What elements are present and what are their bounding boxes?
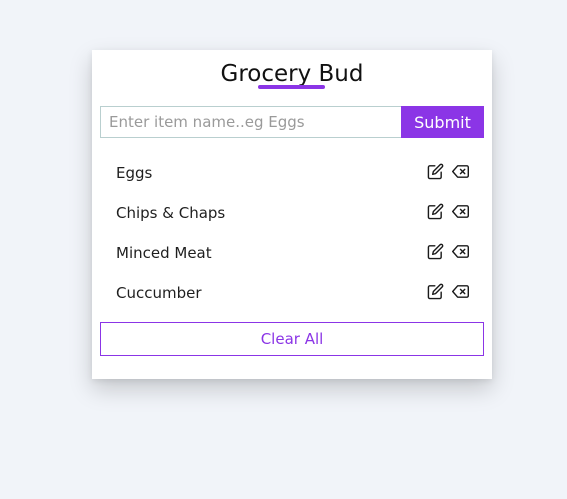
item-name: Chips & Chaps (116, 204, 226, 222)
submit-button[interactable]: Submit (401, 106, 484, 138)
edit-icon[interactable] (427, 163, 444, 180)
grocery-list: Eggs Chips & Chaps Minced Meat Cuccumber (92, 153, 492, 313)
item-name: Cuccumber (116, 284, 202, 302)
clear-all-button[interactable]: Clear All (100, 322, 484, 356)
item-name: Minced Meat (116, 244, 212, 262)
list-item: Minced Meat (92, 233, 492, 273)
item-actions (427, 163, 469, 180)
title-underline (258, 85, 325, 89)
item-actions (427, 283, 469, 300)
delete-icon[interactable] (452, 163, 469, 180)
delete-icon[interactable] (452, 203, 469, 220)
list-item: Chips & Chaps (92, 193, 492, 233)
grocery-form: Submit (100, 106, 484, 138)
delete-icon[interactable] (452, 283, 469, 300)
item-name: Eggs (116, 164, 153, 182)
item-actions (427, 203, 469, 220)
grocery-card: Grocery Bud Submit Eggs (92, 50, 492, 379)
item-actions (427, 243, 469, 260)
list-item: Cuccumber (92, 273, 492, 313)
item-input[interactable] (100, 106, 401, 138)
delete-icon[interactable] (452, 243, 469, 260)
edit-icon[interactable] (427, 243, 444, 260)
edit-icon[interactable] (427, 203, 444, 220)
edit-icon[interactable] (427, 283, 444, 300)
list-item: Eggs (92, 153, 492, 193)
